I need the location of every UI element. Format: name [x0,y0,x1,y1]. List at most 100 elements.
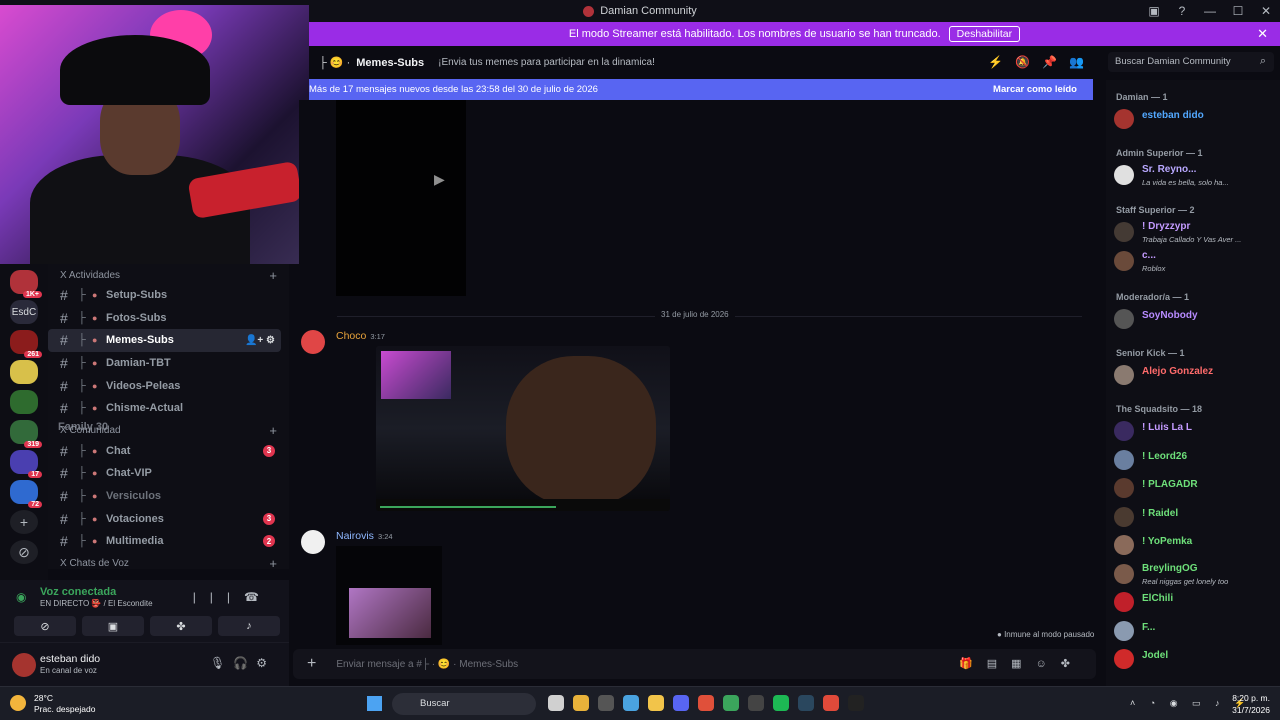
member-item[interactable]: Jodel [1114,647,1276,673]
channel-item[interactable]: # ├ ● Chat 3 [48,440,289,463]
author-name[interactable]: Choco [336,330,366,342]
voice-channel[interactable]: EN DIRECTO 👺 / El Escondite [40,599,153,608]
explore-servers-icon[interactable]: ⊘ [10,540,38,564]
steam-icon[interactable] [798,695,814,711]
voice-title[interactable]: Voz conectada [40,586,116,598]
video-progress[interactable] [380,506,557,508]
apps-icon[interactable]: ✤ [1061,658,1084,670]
emoji-icon[interactable]: ☺ [1036,658,1061,670]
capcut-icon[interactable] [848,695,864,711]
threads-icon[interactable]: ⚡ [988,55,1015,69]
headphones-icon[interactable]: 🎧 [233,656,256,670]
add-channel-icon[interactable]: + [269,268,277,283]
channel-item[interactable]: # ├ ● Videos-Peleas [48,374,289,397]
member-item[interactable]: F... [1114,619,1276,645]
message-author[interactable]: Nairovis 3:24 [336,530,393,542]
channel-item[interactable]: # ├ ● Versiculos [48,485,289,508]
author-avatar[interactable] [301,530,325,554]
minimize-button[interactable]: — [1196,4,1224,18]
member-item[interactable]: ! Luis La L [1114,419,1276,445]
add-channel-icon[interactable]: + [269,423,277,438]
spotify-icon[interactable] [773,695,789,711]
video-attachment[interactable] [376,346,670,511]
member-item[interactable]: ! Raidel [1114,505,1276,531]
category-voice[interactable]: X Chats de Voz + [48,555,289,573]
member-item[interactable]: ! Dryzzypr Trabaja Callado Y Vas Aver ... [1114,220,1276,246]
disconnect-icon[interactable]: ☎ [244,590,273,604]
disable-streamer-button[interactable]: Deshabilitar [948,26,1021,42]
server-icon[interactable] [10,390,38,414]
member-item[interactable]: ! PLAGADR [1114,476,1276,502]
inbox-icon[interactable]: ▣ [1140,4,1168,18]
video-controls[interactable] [376,499,670,511]
sticker-icon[interactable]: ▦ [1011,658,1035,670]
obs-icon[interactable] [748,695,764,711]
mute-icon[interactable]: 🔕 [1015,55,1042,69]
author-name[interactable]: Nairovis [336,530,374,542]
xbox-icon[interactable] [723,695,739,711]
camera-off-button[interactable]: ⊘ [14,616,76,636]
file-explorer-icon[interactable] [648,695,664,711]
chrome-icon[interactable] [573,695,589,711]
user-avatar[interactable] [12,653,36,677]
member-item[interactable]: c... Roblox [1114,249,1276,275]
activities-button[interactable]: ✤ [150,616,212,636]
member-item[interactable]: Sr. Reyno... La vida es bella, solo ha... [1114,163,1276,189]
channel-item[interactable]: # ├ ● Chat-VIP [48,462,289,485]
gift-icon[interactable]: 🎁 [959,658,987,670]
member-item[interactable]: BreylingOG Real niggas get lonely too [1114,562,1276,588]
clock[interactable]: 8:20 p. m. 31/7/2026 [1232,692,1270,716]
message-composer[interactable]: + Enviar mensaje a #├ · 😊 · Memes-Subs 🎁… [293,649,1096,679]
soundboard-button[interactable]: ♪ [218,616,280,636]
play-icon[interactable]: ▶ [434,171,445,188]
noise-icon[interactable]: ||| [193,590,244,604]
maximize-button[interactable]: ☐ [1224,4,1252,18]
new-messages-bar[interactable]: Más de 17 mensajes nuevos desde las 23:5… [309,79,1093,100]
channel-item[interactable]: # ├ ● Memes-Subs 👤+ ⚙ [48,329,281,352]
server-icon[interactable]: EsdC [10,300,38,324]
server-icon[interactable]: 17 [10,450,42,478]
task-view-icon[interactable] [548,695,564,711]
photos-icon[interactable] [623,695,639,711]
pin-icon[interactable]: 📌 [1042,55,1069,69]
settings-gear-icon[interactable]: ⚙ [266,335,275,346]
close-button[interactable]: ✕ [1252,4,1280,18]
member-item[interactable]: esteban dido [1114,107,1276,133]
member-item[interactable]: ElChili [1114,590,1276,616]
server-icon[interactable]: 319 [10,420,42,448]
server-icon[interactable]: 72 [10,480,42,508]
author-avatar[interactable] [301,330,325,354]
server-icon[interactable]: 1K+ [10,270,42,298]
channel-item[interactable]: # ├ ● Votaciones 3 [48,507,289,530]
settings-gear-icon[interactable]: ⚙ [256,656,275,670]
image-attachment[interactable] [349,588,431,638]
help-icon[interactable]: ? [1168,4,1196,18]
weather-widget[interactable]: 28°C Prac. despejado [10,693,95,715]
server-icon[interactable] [10,360,38,384]
member-item[interactable]: ! YoPemka [1114,533,1276,559]
channel-item[interactable]: # ├ ● Multimedia 2 [48,530,289,553]
chrome-icon[interactable] [698,695,714,711]
add-server-icon[interactable]: + [10,510,38,534]
members-icon[interactable]: 👥 [1069,55,1096,69]
add-channel-icon[interactable]: + [269,556,277,571]
screen-share-button[interactable]: ▣ [82,616,144,636]
invite-icon[interactable]: 👤+ [245,335,263,346]
chrome-icon[interactable] [823,695,839,711]
close-banner-icon[interactable]: ✕ [1257,26,1268,42]
channel-item[interactable]: # ├ ● Fotos-Subs [48,307,289,330]
message-author[interactable]: Choco 3:17 [336,330,385,342]
windows-start-icon[interactable] [367,696,382,711]
mark-read-button[interactable]: Marcar como leído [993,84,1077,95]
channel-item[interactable]: # ├ ● Damian-TBT [48,352,289,375]
taskbar-search[interactable]: Buscar [392,693,536,715]
search-input[interactable]: Buscar Damian Community ⌕ [1108,52,1274,72]
gif-icon[interactable]: ▤ [987,658,1011,670]
member-item[interactable]: ! Leord26 [1114,448,1276,474]
user-name[interactable]: esteban dido [40,653,100,665]
video-attachment[interactable]: ▶ [336,100,466,296]
channel-item[interactable]: # ├ ● Setup-Subs [48,284,289,307]
mic-icon[interactable]: 🎙 [210,656,233,670]
app-icon[interactable] [598,695,614,711]
discord-icon[interactable] [673,695,689,711]
